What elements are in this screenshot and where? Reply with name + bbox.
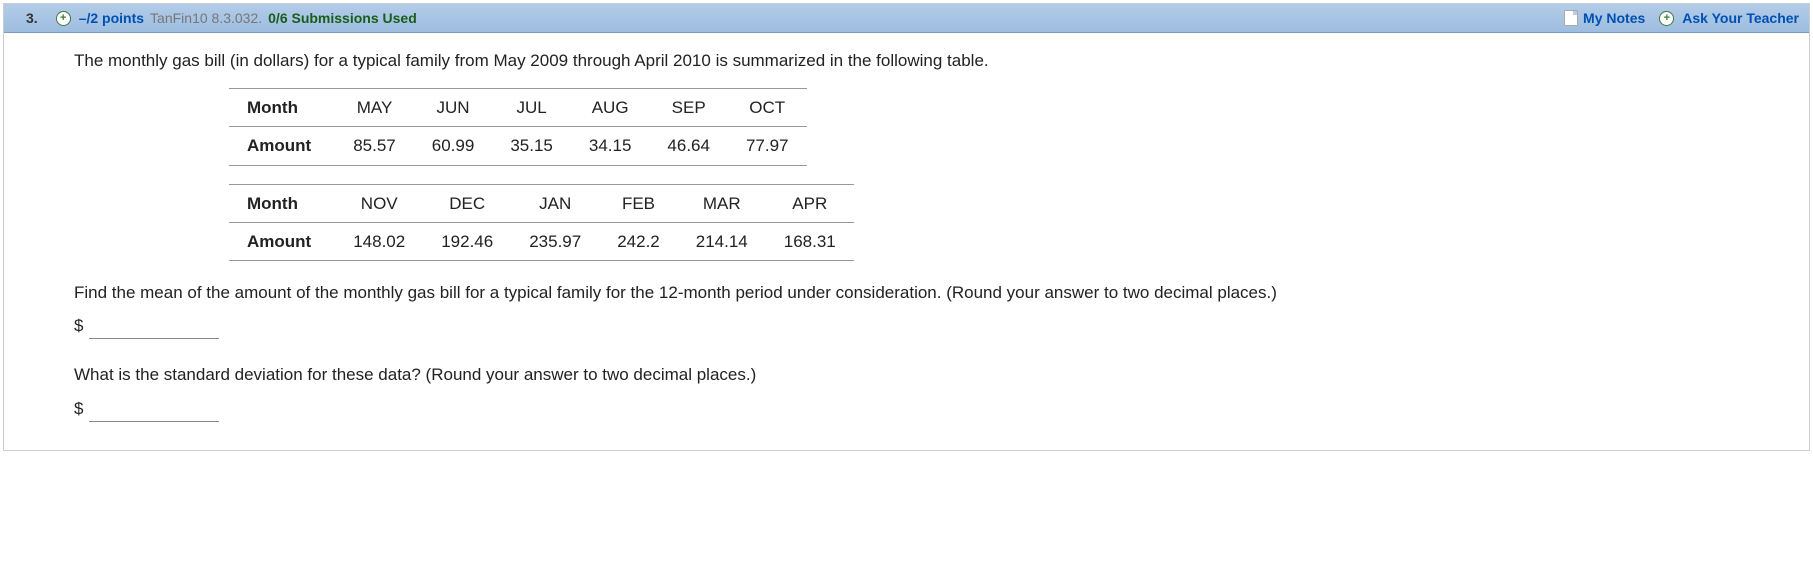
table-cell: 35.15 — [492, 127, 571, 165]
table-cell: AUG — [571, 89, 650, 127]
currency-symbol: $ — [74, 395, 83, 422]
row-header-month: Month — [229, 89, 335, 127]
table-cell: 168.31 — [766, 222, 854, 260]
table-cell: FEB — [599, 184, 678, 222]
table-cell: MAY — [335, 89, 414, 127]
ask-teacher-link[interactable]: + Ask Your Teacher — [1659, 10, 1799, 26]
table-cell: 148.02 — [335, 222, 423, 260]
table-cell: 34.15 — [571, 127, 650, 165]
data-table-2: Month NOV DEC JAN FEB MAR APR Amount 148… — [229, 184, 854, 261]
mean-answer-input[interactable] — [89, 316, 219, 339]
question-number: 3. — [26, 10, 38, 26]
table-cell: 242.2 — [599, 222, 678, 260]
row-header-amount: Amount — [229, 127, 335, 165]
ask-teacher-label: Ask Your Teacher — [1682, 10, 1799, 26]
table-cell: DEC — [423, 184, 511, 222]
table-cell: NOV — [335, 184, 423, 222]
table-cell: 46.64 — [649, 127, 728, 165]
points-text: –/2 points — [79, 10, 144, 26]
table-row: Month NOV DEC JAN FEB MAR APR — [229, 184, 854, 222]
table-cell: JAN — [511, 184, 599, 222]
table-cell: OCT — [728, 89, 807, 127]
table-cell: SEP — [649, 89, 728, 127]
table-row: Amount 148.02 192.46 235.97 242.2 214.14… — [229, 222, 854, 260]
data-table-1: Month MAY JUN JUL AUG SEP OCT Amount 85.… — [229, 88, 807, 165]
table-cell: JUL — [492, 89, 571, 127]
question-header: 3. + –/2 points TanFin10 8.3.032. 0/6 Su… — [4, 4, 1809, 33]
plus-icon: + — [1659, 11, 1674, 26]
table-cell: 77.97 — [728, 127, 807, 165]
table-row: Amount 85.57 60.99 35.15 34.15 46.64 77.… — [229, 127, 807, 165]
intro-text: The monthly gas bill (in dollars) for a … — [74, 47, 1781, 74]
table-row: Month MAY JUN JUL AUG SEP OCT — [229, 89, 807, 127]
question-1-text: Find the mean of the amount of the month… — [74, 279, 1781, 306]
submissions-used: 0/6 Submissions Used — [268, 10, 417, 26]
my-notes-link[interactable]: My Notes — [1564, 10, 1645, 26]
notes-icon — [1564, 10, 1578, 26]
table-cell: 60.99 — [414, 127, 493, 165]
table-cell: 192.46 — [423, 222, 511, 260]
table-cell: 214.14 — [678, 222, 766, 260]
expand-icon[interactable]: + — [56, 11, 71, 26]
question-body: The monthly gas bill (in dollars) for a … — [4, 33, 1809, 450]
table-cell: 85.57 — [335, 127, 414, 165]
row-header-month: Month — [229, 184, 335, 222]
row-header-amount: Amount — [229, 222, 335, 260]
currency-symbol: $ — [74, 312, 83, 339]
question-2-text: What is the standard deviation for these… — [74, 361, 1781, 388]
table-cell: JUN — [414, 89, 493, 127]
answer-line-1: $ — [74, 312, 1781, 339]
table-cell: 235.97 — [511, 222, 599, 260]
stddev-answer-input[interactable] — [89, 399, 219, 422]
my-notes-label: My Notes — [1583, 10, 1645, 26]
answer-line-2: $ — [74, 395, 1781, 422]
assignment-reference: TanFin10 8.3.032. — [150, 10, 262, 26]
table-cell: APR — [766, 184, 854, 222]
question-container: 3. + –/2 points TanFin10 8.3.032. 0/6 Su… — [3, 3, 1810, 451]
table-cell: MAR — [678, 184, 766, 222]
